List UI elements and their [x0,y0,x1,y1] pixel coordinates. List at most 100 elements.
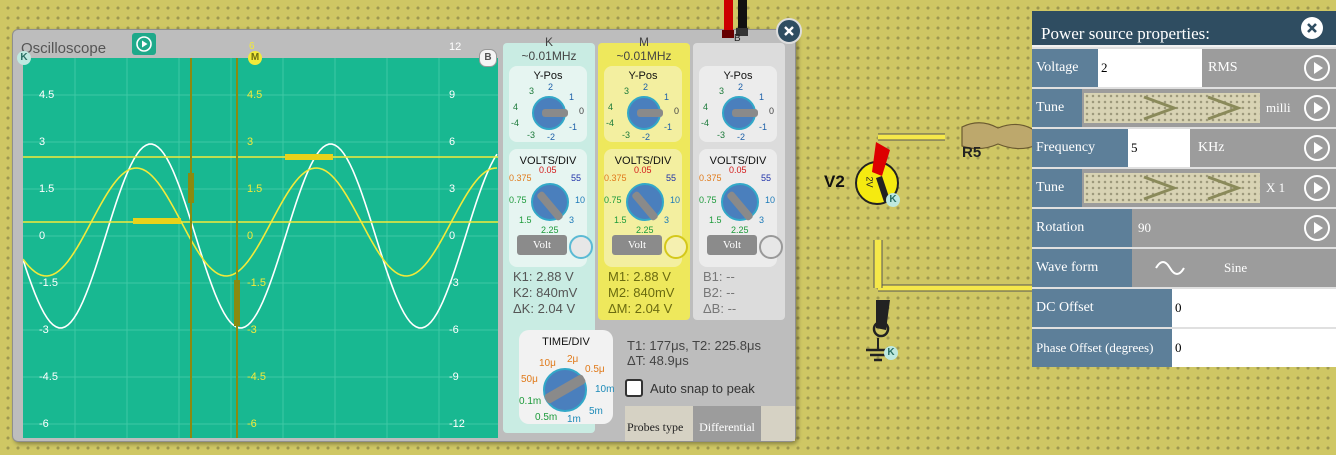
voltage-unit-select[interactable]: RMS [1202,49,1336,87]
frequency-input[interactable]: 5 [1128,129,1190,167]
left-axis-tick: -4.5 [39,371,58,383]
marker-m[interactable]: M [248,51,262,65]
marker-b[interactable]: B [479,49,497,67]
mid-axis-tick: 4.5 [247,89,263,101]
measure-2: M2: 840mV [608,285,675,300]
play-icon[interactable] [1304,55,1330,81]
tune2-unit: X 1 [1266,180,1286,195]
dc-offset-label: DC Offset [1032,289,1172,327]
channel-m-panel: M ~0.01MHz Y-Pos 3 2 1 4 0 -4 -1 -3 -2 V… [598,35,690,320]
cursor-handle-1 [133,218,181,224]
close-icon [1307,23,1317,33]
phase-offset-label: Phase Offset (degrees) [1032,329,1172,367]
vdiv-knob[interactable] [626,183,664,222]
mid-axis-tick: -4.5 [247,371,266,383]
left-axis-tick: -3 [39,324,49,336]
right-axis-tick: 9 [449,89,456,101]
rotation-row: Rotation 90 [1032,207,1336,247]
volt-button[interactable]: Volt [517,235,567,255]
ypos-knob[interactable] [532,96,568,130]
mid-axis-tick: -1.5 [247,277,266,289]
play-icon[interactable] [569,235,593,259]
oscilloscope-screen[interactable]: 4.5 3 1.5 0 -1.5 -3 -4.5 -6 4.5 3 1.5 0 … [23,58,498,438]
cursor-handle-2 [285,154,333,160]
mid-axis-tick: 0 [247,230,254,242]
oscilloscope-window[interactable]: Oscilloscope 4.5 3 1.5 0 -1.5 -3 -4.5 -6… [12,29,796,442]
frequency-label: Frequency [1032,129,1128,167]
play-icon[interactable] [1304,135,1330,161]
volt-button[interactable]: Volt [612,235,662,255]
ypos-title: Y-Pos [533,70,563,82]
channel-k-measurements: K1: 2.88 V K2: 840mV ΔK: 2.04 V [513,269,577,317]
probe-k-marker[interactable]: K [886,193,900,207]
left-axis-tick: 1.5 [39,183,55,195]
tune2-label: Tune [1032,169,1082,207]
waveform-value[interactable]: Sine [1224,249,1247,287]
probe-plug-black [738,0,747,30]
right-axis-tick: 0 [449,230,456,242]
time-div-knob[interactable] [543,368,587,412]
auto-snap-checkbox[interactable] [625,379,643,397]
phase-offset-row: Phase Offset (degrees) 0 [1032,327,1336,367]
voltage-label: Voltage [1032,49,1098,87]
time-handle-2 [234,280,240,326]
play-icon[interactable] [1304,95,1330,121]
mid-axis-tick: -6 [247,418,257,430]
ypos-title: Y-Pos [628,70,658,82]
play-icon [136,36,152,52]
marker-m-top: 6 [249,41,255,52]
measure-delta: ΔK: 2.04 V [513,301,576,316]
play-icon[interactable] [664,235,688,259]
mid-axis-tick: -3 [247,324,257,336]
marker-k[interactable]: K [17,51,31,65]
time-div-panel: TIME/DIV 2μ 10μ 0.5μ 50μ 10m 0.1m 5m 0.5… [519,330,614,425]
frequency-unit-select[interactable]: KHz [1190,129,1336,167]
frequency-row: Frequency 5 KHz [1032,127,1336,167]
circuit-area[interactable] [700,0,1040,455]
oscilloscope-title: Oscilloscope [21,40,107,57]
play-icon[interactable] [1304,215,1330,241]
probe-b-label: B [734,33,741,44]
dc-offset-row: DC Offset 0 [1032,287,1336,327]
ypos-knob[interactable] [627,96,663,130]
measure-1: M1: 2.88 V [608,269,671,284]
waveform-row: Wave form Sine [1032,247,1336,287]
source-label: V2 [824,172,845,191]
right-axis-top: 12 [449,41,462,53]
voltage-input[interactable]: 2 [1098,49,1202,87]
channel-k-vdiv: VOLTS/DIV 0.375 0.05 55 0.75 10 1.5 3 2.… [509,149,593,267]
right-axis-tick: -3 [449,277,459,289]
right-axis-tick: -12 [449,418,465,430]
tune1-label: Tune [1032,89,1082,127]
properties-header: Power source properties: [1032,11,1336,45]
rotation-value[interactable]: 90 [1138,209,1151,247]
right-axis-tick: 3 [449,183,456,195]
power-source-properties: Power source properties: Voltage 2 RMS T… [1032,11,1336,367]
tune1-slider[interactable] [1084,93,1260,123]
probe-k-marker-ground[interactable]: K [884,346,898,360]
tune2-slider[interactable] [1084,173,1260,203]
channel-m-measurements: M1: 2.88 V M2: 840mV ΔM: 2.04 V [608,269,674,317]
left-axis-tick: 4.5 [39,89,55,101]
delta-t-readout: ΔT: 48.9μs [627,353,689,368]
run-play-button[interactable] [132,33,156,55]
properties-close-button[interactable] [1301,17,1323,39]
tune1-row: Tune milli [1032,87,1336,127]
waveform-label: Wave form [1032,249,1132,287]
probe-plug-red [724,0,733,32]
left-axis-tick: -6 [39,418,49,430]
phase-offset-input[interactable]: 0 [1172,329,1336,367]
measure-2: K2: 840mV [513,285,578,300]
voltage-unit: RMS [1208,60,1238,75]
play-icon[interactable] [1304,175,1330,201]
right-axis-tick: -9 [449,371,459,383]
voltage-row: Voltage 2 RMS [1032,47,1336,87]
dc-offset-input[interactable]: 0 [1172,289,1336,327]
properties-title: Power source properties: [1041,24,1211,43]
source-value: 2V [864,176,875,188]
vdiv-knob[interactable] [531,183,569,222]
tune1-unit: milli [1266,100,1291,115]
time-handle-1 [188,173,194,203]
right-axis-tick: -6 [449,324,459,336]
probes-type-label: Probes type [627,420,684,434]
